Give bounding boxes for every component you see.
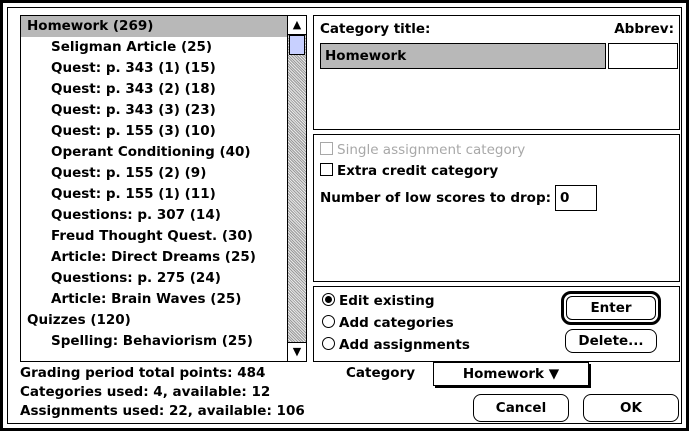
assignment-list-item[interactable]: Article: Direct Dreams (25) xyxy=(21,247,287,268)
mode-panel: Edit existing Add categories Add assignm… xyxy=(313,286,680,362)
scroll-thumb[interactable] xyxy=(289,35,305,55)
category-options-panel: Single assignment category Extra credit … xyxy=(313,134,680,282)
category-list-item[interactable]: Quizzes (120) xyxy=(21,310,287,331)
assignment-list-item[interactable]: Freud Thought Quest. (30) xyxy=(21,226,287,247)
assignment-list-item[interactable]: Article: Brain Waves (25) xyxy=(21,289,287,310)
add-categories-label: Add categories xyxy=(339,315,454,331)
list-content: Homework (269) Seligman Article (25) Quest… xyxy=(21,16,287,361)
scroll-down-arrow-icon[interactable]: ▼ xyxy=(288,342,306,361)
category-title-label: Category title: xyxy=(320,21,431,37)
assignment-list-item[interactable]: Quest: p. 155 (2) (9) xyxy=(21,163,287,184)
abbrev-input[interactable] xyxy=(608,43,678,69)
single-assignment-checkbox-row: Single assignment category xyxy=(320,140,525,160)
assignment-list-item[interactable]: Seligman Article (25) xyxy=(21,37,287,58)
assignment-list-item[interactable]: Quest: p. 343 (1) (15) xyxy=(21,58,287,79)
extra-credit-checkbox[interactable] xyxy=(320,163,333,176)
assignment-list-item[interactable]: Questions: p. 275 (24) xyxy=(21,268,287,289)
add-assignments-radio[interactable] xyxy=(322,337,335,350)
low-scores-label: Number of low scores to drop: xyxy=(320,190,552,206)
add-assignments-radio-row[interactable]: Add assignments xyxy=(322,335,470,355)
assignment-list-item[interactable]: Quest: p. 155 (3) (10) xyxy=(21,121,287,142)
cancel-button[interactable]: Cancel xyxy=(473,394,569,422)
low-scores-input[interactable]: 0 xyxy=(555,185,598,211)
enter-button-label: Enter xyxy=(566,296,656,320)
assignment-list-item[interactable]: Spelling: Behaviorism (25) xyxy=(21,331,287,352)
add-assignments-label: Add assignments xyxy=(339,337,470,353)
assignment-list-item[interactable]: Quest: p. 343 (2) (18) xyxy=(21,79,287,100)
category-list-item[interactable]: Homework (269) xyxy=(21,16,287,37)
category-popup-label: Category xyxy=(346,365,416,381)
total-points-status: Grading period total points: 484 xyxy=(20,365,266,381)
ok-button[interactable]: OK xyxy=(583,394,679,422)
edit-existing-radio[interactable] xyxy=(322,293,335,306)
category-title-input[interactable]: Homework xyxy=(320,43,606,69)
enter-button[interactable]: Enter xyxy=(561,291,661,325)
assignment-list-item[interactable]: Questions: p. 307 (14) xyxy=(21,205,287,226)
low-scores-row: Number of low scores to drop: 0 xyxy=(320,183,598,213)
single-assignment-checkbox xyxy=(320,142,333,155)
single-assignment-label: Single assignment category xyxy=(337,142,526,158)
categories-used-status: Categories used: 4, available: 12 xyxy=(20,384,271,400)
assignment-list-item[interactable]: Operant Conditioning (40) xyxy=(21,142,287,163)
category-title-panel: Category title: Abbrev: Homework xyxy=(313,15,680,130)
extra-credit-checkbox-row[interactable]: Extra credit category xyxy=(320,161,498,181)
add-categories-radio-row[interactable]: Add categories xyxy=(322,313,454,333)
gradebook-category-dialog: Homework (269) Seligman Article (25) Quest… xyxy=(0,0,689,431)
delete-button[interactable]: Delete... xyxy=(565,329,657,353)
extra-credit-label: Extra credit category xyxy=(337,163,499,179)
abbrev-label: Abbrev: xyxy=(614,21,674,37)
assignments-used-status: Assignments used: 22, available: 106 xyxy=(20,403,305,419)
category-popup-menu[interactable]: Homework ▼ xyxy=(433,362,589,386)
list-scrollbar[interactable]: ▲ ▼ xyxy=(287,16,306,361)
scroll-up-arrow-icon[interactable]: ▲ xyxy=(288,16,306,35)
assignment-list-item[interactable]: Quest: p. 343 (3) (23) xyxy=(21,100,287,121)
category-assignment-list: Homework (269) Seligman Article (25) Quest… xyxy=(20,15,307,362)
add-categories-radio[interactable] xyxy=(322,315,335,328)
edit-existing-radio-row[interactable]: Edit existing xyxy=(322,291,435,311)
assignment-list-item[interactable]: Quest: p. 155 (1) (11) xyxy=(21,184,287,205)
edit-existing-label: Edit existing xyxy=(339,293,435,309)
